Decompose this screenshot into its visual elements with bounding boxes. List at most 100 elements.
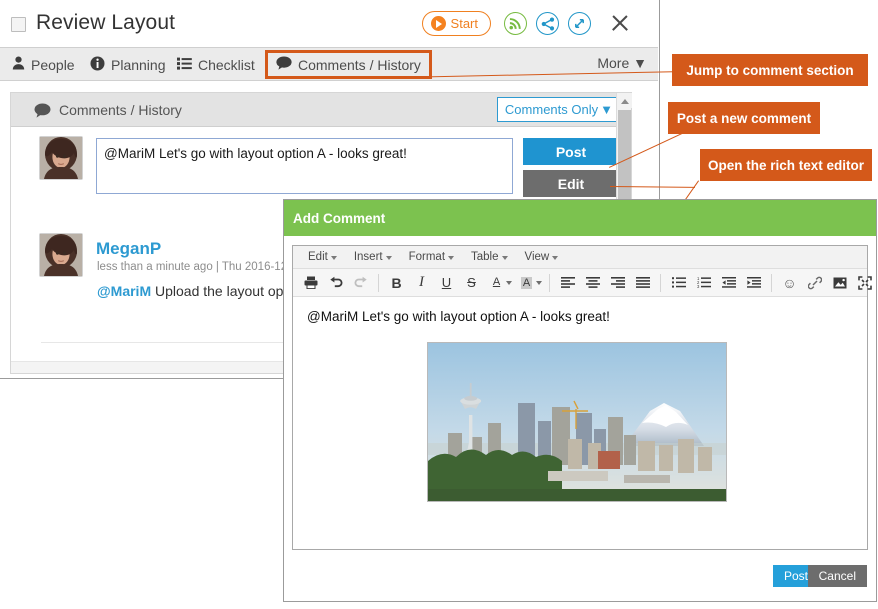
rss-icon[interactable]: [504, 12, 527, 35]
align-left-icon[interactable]: [555, 270, 580, 295]
tab-planning[interactable]: Planning: [84, 52, 172, 77]
post-comment-button[interactable]: Post: [523, 138, 619, 165]
start-button[interactable]: Start: [422, 11, 491, 36]
background-color-caret-icon[interactable]: [536, 281, 542, 285]
task-complete-checkbox[interactable]: [11, 17, 26, 32]
chevron-down-icon: ▼: [633, 55, 647, 71]
comment-input[interactable]: [96, 138, 513, 194]
menu-insert-label: Insert: [354, 251, 383, 263]
page-title: Review Layout: [36, 11, 175, 35]
undo-icon[interactable]: [323, 270, 348, 295]
chevron-down-icon: [552, 256, 558, 260]
more-tabs-button[interactable]: More ▼: [597, 55, 647, 71]
toolbar-separator: [771, 274, 772, 292]
inserted-image[interactable]: [427, 342, 727, 502]
menu-format[interactable]: Format: [402, 249, 461, 265]
menu-edit[interactable]: Edit: [301, 249, 344, 265]
person-icon: [12, 56, 25, 73]
comments-filter-dropdown[interactable]: Comments Only ▼: [497, 97, 621, 122]
comment-bubble-icon: [276, 56, 292, 73]
menu-table[interactable]: Table: [464, 249, 515, 265]
text-color-caret-icon[interactable]: [506, 281, 512, 285]
chevron-down-icon: [448, 256, 454, 260]
print-icon[interactable]: [298, 270, 323, 295]
strikethrough-icon[interactable]: S: [459, 270, 484, 295]
more-tabs-label: More: [597, 55, 629, 71]
close-icon[interactable]: [608, 11, 632, 35]
expand-icon[interactable]: [568, 12, 591, 35]
comments-panel-title: Comments / History: [59, 102, 182, 118]
dialog-title: Add Comment: [293, 211, 385, 226]
comment-timestamp: less than a minute ago | Thu 2016-12-01: [97, 261, 304, 273]
numbered-list-icon[interactable]: 1 2 3: [691, 270, 716, 295]
bold-icon[interactable]: B: [384, 270, 409, 295]
svg-text:3: 3: [697, 284, 700, 288]
editor-paragraph: @MariM Let's go with layout option A - l…: [307, 309, 853, 324]
link-icon[interactable]: [802, 270, 827, 295]
tab-planning-label: Planning: [111, 57, 166, 73]
comments-panel-header: Comments / History Comments Only ▼: [11, 93, 631, 127]
dialog-header: Add Comment: [284, 200, 876, 236]
avatar: [39, 233, 83, 277]
menu-table-label: Table: [471, 251, 499, 263]
tab-comments-history[interactable]: Comments / History: [265, 50, 432, 79]
tab-bar: People Planning: [0, 48, 658, 81]
toolbar-separator: [660, 274, 661, 292]
comment-mention[interactable]: @MariM: [97, 283, 151, 299]
add-comment-dialog: Add Comment Edit Insert Format Table: [283, 199, 877, 602]
italic-icon[interactable]: I: [409, 270, 434, 295]
scroll-up-arrow-icon[interactable]: [617, 93, 632, 108]
indent-icon[interactable]: [741, 270, 766, 295]
toolbar-separator: [378, 274, 379, 292]
emoticon-icon[interactable]: ☺: [777, 270, 802, 295]
edit-comment-button[interactable]: Edit: [523, 170, 619, 197]
menu-insert[interactable]: Insert: [347, 249, 399, 265]
tab-people[interactable]: People: [6, 52, 81, 77]
underline-icon[interactable]: U: [434, 270, 459, 295]
screenshot-root: Review Layout Start: [0, 0, 878, 609]
tab-checklist[interactable]: Checklist: [171, 52, 261, 77]
editor-text: Let's go with layout option A - looks gr…: [358, 309, 610, 324]
editor-menu-bar: Edit Insert Format Table View: [293, 246, 867, 269]
rich-text-editor: Edit Insert Format Table View: [292, 245, 868, 550]
chevron-down-icon: [331, 256, 337, 260]
image-icon[interactable]: [827, 270, 852, 295]
window-title-bar: Review Layout Start: [0, 0, 658, 48]
callout-post-a-new-comment: Post a new comment: [668, 102, 820, 134]
dialog-footer: Post Cancel: [284, 555, 876, 601]
align-center-icon[interactable]: [580, 270, 605, 295]
tab-comments-history-label: Comments / History: [298, 57, 421, 73]
menu-view-label: View: [525, 251, 550, 263]
callout-open-the-rich-text-editor: Open the rich text editor: [700, 149, 872, 181]
editor-content-area[interactable]: @MariM Let's go with layout option A - l…: [293, 298, 867, 549]
bullet-list-icon[interactable]: [666, 270, 691, 295]
comment-text: @MariM Upload the layout options: [97, 283, 313, 299]
callout-jump-to-comment-section: Jump to comment section: [672, 54, 868, 86]
tab-people-label: People: [31, 57, 75, 73]
toolbar-separator: [549, 274, 550, 292]
fullscreen-icon[interactable]: [852, 270, 877, 295]
start-button-label: Start: [451, 13, 478, 35]
chevron-down-icon: [502, 256, 508, 260]
menu-edit-label: Edit: [308, 251, 328, 263]
outdent-icon[interactable]: [716, 270, 741, 295]
comment-bubble-icon: [34, 103, 51, 123]
comment-author[interactable]: MeganP: [96, 239, 161, 259]
align-justify-icon[interactable]: [630, 270, 655, 295]
editor-mention: @MariM: [307, 309, 358, 324]
chevron-down-icon: [386, 256, 392, 260]
menu-format-label: Format: [409, 251, 445, 263]
dialog-cancel-button[interactable]: Cancel: [808, 565, 867, 587]
comments-filter-value: Comments Only: [505, 98, 598, 121]
play-circle-icon: [431, 16, 446, 31]
share-icon[interactable]: [536, 12, 559, 35]
redo-icon[interactable]: [348, 270, 373, 295]
avatar: [39, 136, 83, 180]
list-icon: [177, 57, 192, 73]
menu-view[interactable]: View: [518, 249, 566, 265]
tab-checklist-label: Checklist: [198, 57, 255, 73]
align-right-icon[interactable]: [605, 270, 630, 295]
chevron-down-icon: ▼: [600, 98, 613, 121]
editor-toolbar: B I U S A A: [293, 269, 867, 297]
info-circle-icon: [90, 56, 105, 74]
